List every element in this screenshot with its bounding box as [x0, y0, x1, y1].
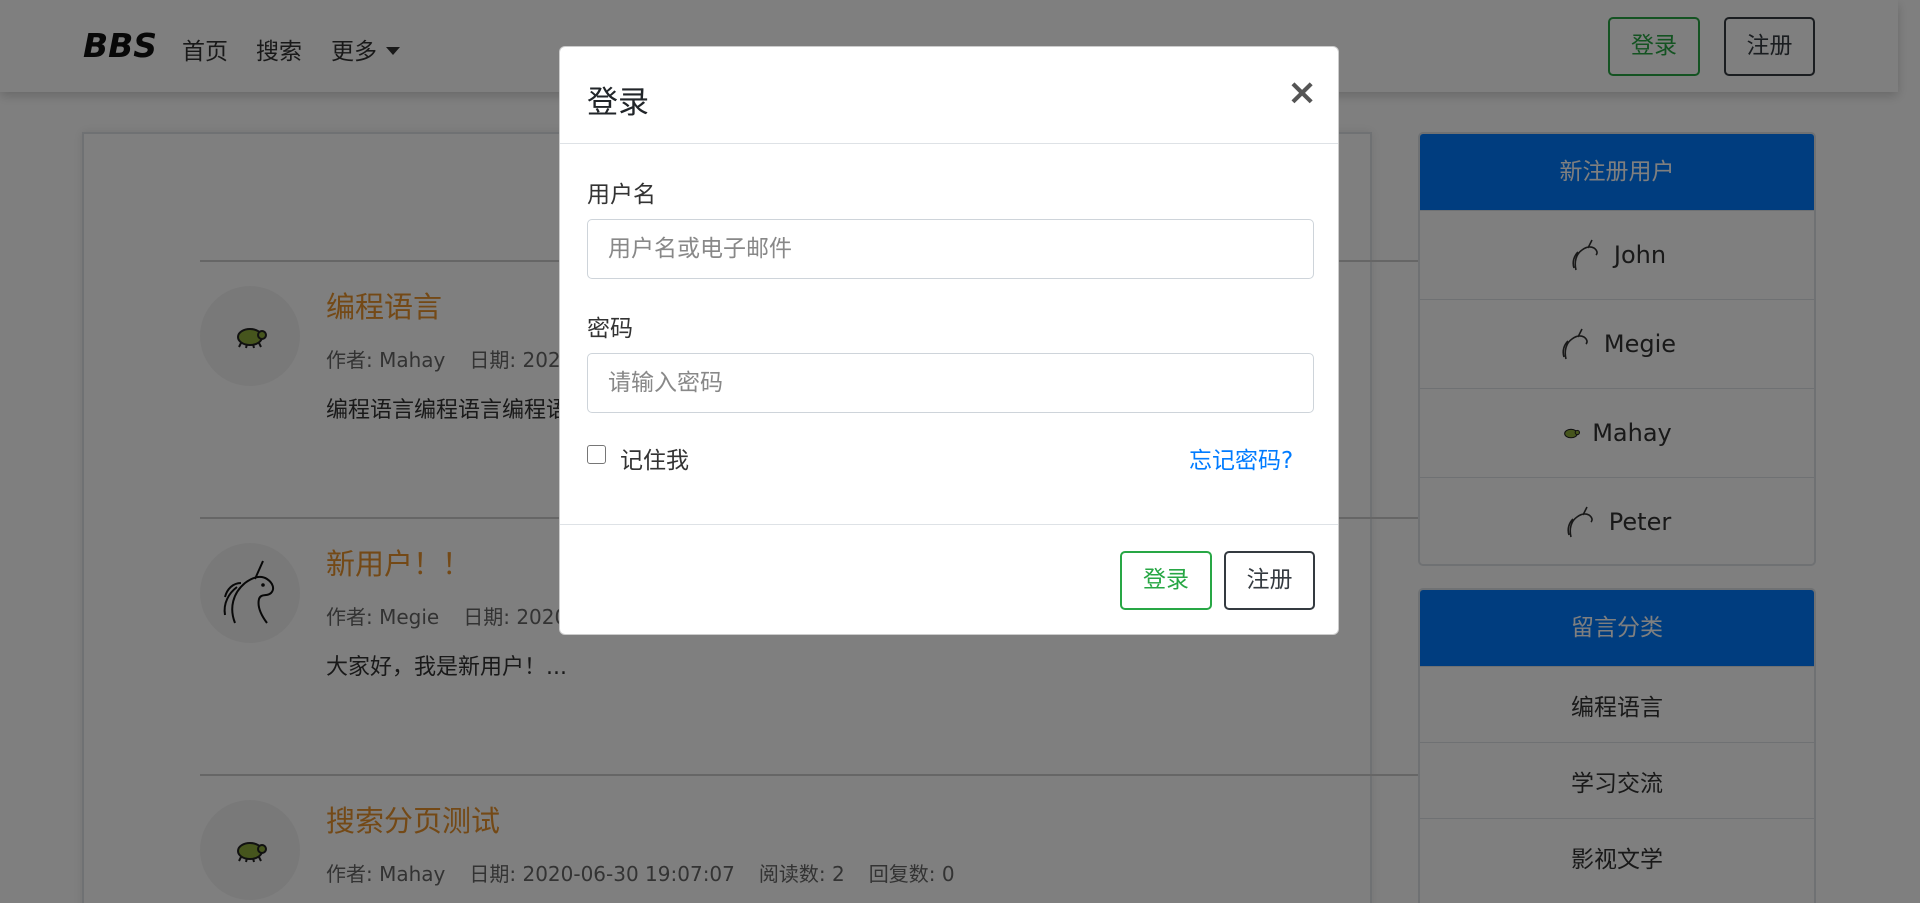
forgot-password-link[interactable]: 忘记密码? — [1189, 441, 1293, 475]
username-label: 用户名 — [587, 182, 656, 208]
password-input[interactable] — [587, 353, 1314, 413]
remember-label[interactable]: 记住我 — [620, 441, 689, 475]
modal-title: 登录 — [587, 85, 649, 121]
modal-login-button[interactable]: 登录 — [1120, 551, 1212, 610]
username-input[interactable] — [587, 219, 1314, 279]
login-modal: 登录 × 用户名 密码 记住我 忘记密码? 登录 注册 — [559, 46, 1339, 635]
modal-footer-divider — [560, 524, 1338, 525]
modal-header-divider — [560, 143, 1338, 144]
password-label: 密码 — [587, 316, 633, 342]
close-icon[interactable]: × — [1287, 75, 1317, 111]
remember-checkbox[interactable] — [587, 445, 606, 464]
modal-register-button[interactable]: 注册 — [1224, 551, 1315, 610]
